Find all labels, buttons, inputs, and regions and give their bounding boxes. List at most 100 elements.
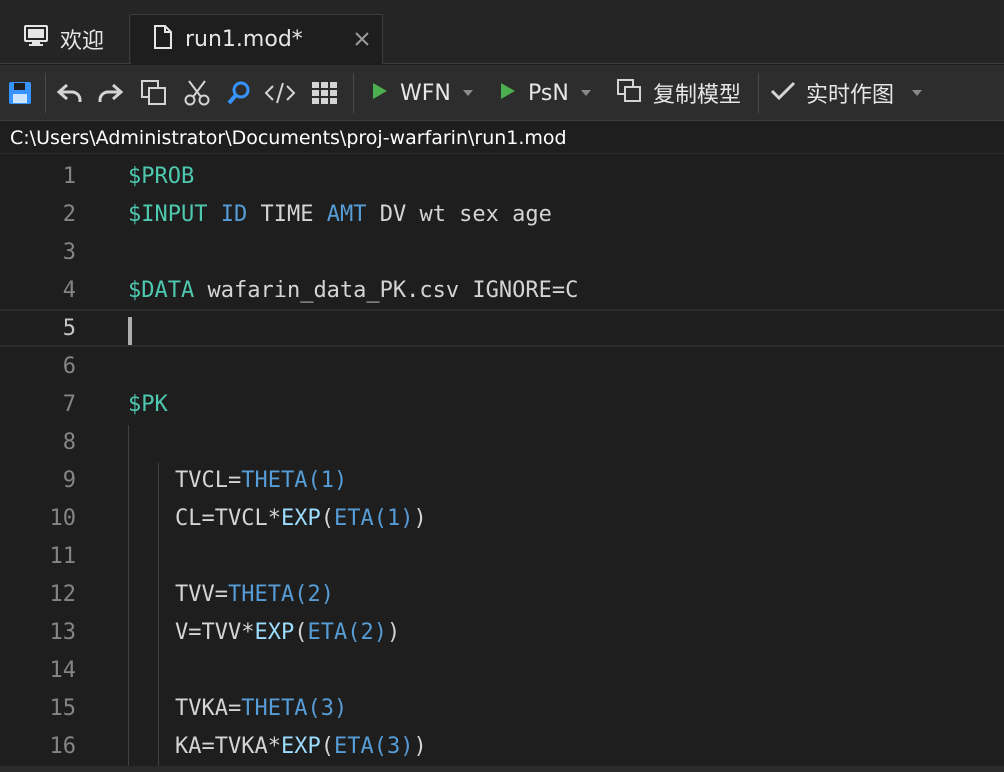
line-number: 8 xyxy=(62,429,76,455)
file-icon xyxy=(153,24,173,55)
line-number: 16 xyxy=(49,733,77,759)
code-token: EXP xyxy=(280,505,321,531)
chevron-down-icon[interactable] xyxy=(912,90,923,96)
code-line[interactable]: 8 xyxy=(0,423,1004,461)
line-number: 3 xyxy=(62,239,76,265)
code-line[interactable]: 11 xyxy=(0,537,1004,575)
code-token: TVV= xyxy=(175,581,228,607)
text-cursor xyxy=(128,317,132,345)
code-token: THETA(2) xyxy=(227,581,334,607)
horizontal-scrollbar[interactable] xyxy=(0,766,1004,772)
code-token: TVCL= xyxy=(175,467,242,493)
code-token: ID xyxy=(220,201,248,227)
line-number: 5 xyxy=(62,315,76,341)
file-path-breadcrumb: C:\Users\Administrator\Documents\proj-wa… xyxy=(0,122,1004,154)
code-text: $DATA wafarin_data_PK.csv IGNORE=C xyxy=(128,278,578,303)
code-editor[interactable]: 1 $PROB 2 $INPUT ID TIME AMT DV wt sex age 3… xyxy=(0,157,1004,767)
code-text: $PROB xyxy=(128,164,194,189)
line-number: 10 xyxy=(49,505,77,531)
code-token: ) xyxy=(386,619,401,645)
code-line[interactable]: 2 $INPUT ID TIME AMT DV wt sex age xyxy=(0,195,1004,233)
code-line[interactable]: 12 TVV=THETA(2) xyxy=(0,575,1004,613)
live-plot-label: 实时作图 xyxy=(806,83,895,108)
copy-icon[interactable] xyxy=(140,65,168,121)
code-line[interactable]: 9 TVCL=THETA(1) xyxy=(0,461,1004,499)
line-number: 12 xyxy=(49,581,77,607)
undo-icon[interactable] xyxy=(56,65,84,121)
code-token: $DATA xyxy=(128,277,195,303)
monitor-icon xyxy=(24,25,48,53)
line-number: 4 xyxy=(62,277,76,303)
code-token: $PROB xyxy=(128,163,195,189)
code-token: ETA(1) xyxy=(333,505,414,531)
code-token: AMT xyxy=(326,201,367,227)
save-icon[interactable] xyxy=(8,65,32,121)
tab-welcome[interactable]: 欢迎 xyxy=(0,14,130,64)
code-token: V=TVV* xyxy=(175,619,255,645)
file-path: C:\Users\Administrator\Documents\proj-wa… xyxy=(10,126,567,149)
code-line[interactable]: 1 $PROB xyxy=(0,157,1004,195)
code-line[interactable]: 14 xyxy=(0,651,1004,689)
line-number: 6 xyxy=(62,353,76,379)
code-text: $INPUT ID TIME AMT DV wt sex age xyxy=(128,202,552,227)
code-text: $PK xyxy=(128,392,168,417)
toolbar-separator xyxy=(45,73,46,113)
code-icon[interactable] xyxy=(264,65,296,121)
grid-icon[interactable] xyxy=(311,65,339,121)
redo-icon[interactable] xyxy=(96,65,124,121)
code-line[interactable]: 5 xyxy=(0,309,1004,347)
code-line[interactable]: 3 xyxy=(0,233,1004,271)
code-text: CL=TVCL*EXP(ETA(1)) xyxy=(175,506,427,531)
code-line[interactable]: 7 $PK xyxy=(0,385,1004,423)
chevron-down-icon[interactable] xyxy=(462,90,473,96)
line-number: 15 xyxy=(49,695,77,721)
wfn-label: WFN xyxy=(400,80,451,106)
copy-icon xyxy=(617,79,643,107)
tab-run1-mod[interactable]: run1.mod* xyxy=(131,14,383,64)
search-icon[interactable] xyxy=(226,65,252,121)
tab-welcome-label: 欢迎 xyxy=(60,29,105,54)
toolbar-separator xyxy=(758,73,759,113)
run-wfn-button[interactable]: WFN xyxy=(372,65,473,121)
code-token: EXP xyxy=(280,733,321,759)
check-icon xyxy=(770,80,796,106)
code-token: THETA(1) xyxy=(241,467,348,493)
line-number: 2 xyxy=(62,201,76,227)
run-psn-button[interactable]: PsN xyxy=(500,65,591,121)
cut-icon[interactable] xyxy=(183,65,211,121)
code-token: THETA(3) xyxy=(241,695,348,721)
tab-bar: 欢迎 run1.mod* xyxy=(0,0,1004,64)
code-text: TVV=THETA(2) xyxy=(175,582,334,607)
chevron-down-icon[interactable] xyxy=(580,90,591,96)
code-text: V=TVV*EXP(ETA(2)) xyxy=(175,620,400,645)
code-token: ) xyxy=(413,733,427,759)
close-icon[interactable] xyxy=(350,27,374,51)
psn-label: PsN xyxy=(528,80,569,106)
line-number: 13 xyxy=(49,619,77,645)
code-text: TVKA=THETA(3) xyxy=(175,696,347,721)
play-icon xyxy=(372,82,388,104)
code-token: $PK xyxy=(128,391,168,417)
code-line[interactable]: 16 KA=TVKA*EXP(ETA(3)) xyxy=(0,727,1004,765)
code-token: CL=TVCL* xyxy=(175,505,281,531)
code-token: TVKA= xyxy=(175,695,242,721)
code-token: ETA(2) xyxy=(307,619,387,645)
code-line[interactable]: 10 CL=TVCL*EXP(ETA(1)) xyxy=(0,499,1004,537)
code-line[interactable]: 15 TVKA=THETA(3) xyxy=(0,689,1004,727)
copy-model-label: 复制模型 xyxy=(653,83,742,108)
tab-run1-mod-label: run1.mod* xyxy=(185,27,303,52)
code-text: KA=TVKA*EXP(ETA(3)) xyxy=(175,734,427,759)
code-text: TVCL=THETA(1) xyxy=(175,468,347,493)
line-number: 14 xyxy=(49,657,77,683)
code-token: DV wt sex age xyxy=(366,201,552,227)
line-number: 1 xyxy=(62,163,76,189)
line-number: 11 xyxy=(49,543,77,569)
live-plot-button[interactable]: 实时作图 xyxy=(770,65,923,121)
copy-model-button[interactable]: 复制模型 xyxy=(617,65,741,121)
toolbar-separator xyxy=(353,73,354,113)
toolbar: WFN PsN 复制模型 实时作图 xyxy=(0,65,1004,121)
code-line[interactable]: 6 xyxy=(0,347,1004,385)
code-line[interactable]: 13 V=TVV*EXP(ETA(2)) xyxy=(0,613,1004,651)
code-line[interactable]: 4 $DATA wafarin_data_PK.csv IGNORE=C xyxy=(0,271,1004,309)
